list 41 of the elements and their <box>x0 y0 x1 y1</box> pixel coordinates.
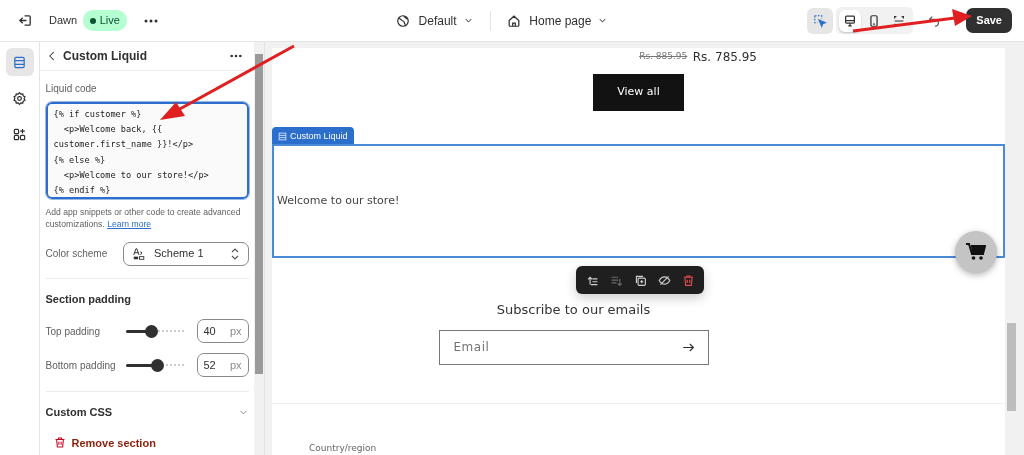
field-label: Liquid code <box>45 82 98 96</box>
cart-icon <box>966 243 986 261</box>
theme-name: Dawn <box>49 13 78 29</box>
field-label: Color scheme <box>45 247 109 261</box>
slider-label: Bottom padding <box>45 358 117 373</box>
save-button[interactable]: Save <box>966 8 1012 33</box>
slider-thumb[interactable] <box>144 324 158 338</box>
email-field[interactable]: Email <box>438 329 709 365</box>
scrollbar-thumb[interactable] <box>1007 323 1016 411</box>
cart-button[interactable] <box>955 231 997 273</box>
number-input[interactable]: 52 px <box>196 353 249 377</box>
theme-selector[interactable]: Default <box>389 9 480 32</box>
inspector-icon[interactable] <box>807 7 834 34</box>
welcome-text: Welcome to our store! <box>277 192 400 209</box>
old-price: Rs. 885.95 <box>639 50 688 64</box>
view-all-button[interactable]: View all <box>593 74 684 111</box>
status-badge: Live <box>82 10 127 31</box>
desktop-icon[interactable] <box>838 9 861 32</box>
trash-icon <box>54 436 66 450</box>
swatch-icon <box>132 246 146 261</box>
price: Rs. 785.95 <box>692 49 757 66</box>
section-heading[interactable]: Custom CSS <box>45 404 113 421</box>
subscribe-heading: Subscribe to our emails <box>496 301 651 319</box>
section-frame[interactable]: Welcome to our store! <box>272 144 1005 258</box>
field-label: Country/region <box>309 441 377 455</box>
home-icon <box>506 13 521 28</box>
learn-more-link[interactable]: Learn more <box>107 218 152 229</box>
slider-thumb[interactable] <box>151 358 165 372</box>
number-input[interactable]: 40 px <box>196 319 249 343</box>
code-editor[interactable]: {% if customer %} <p>Welcome back, {{ customer.first_name }}!</p> {% else %} <p>Welcome to our store!</p> {% endif %} <box>45 102 249 199</box>
sections-icon[interactable] <box>5 48 34 76</box>
section-label: Custom Liquid <box>272 126 354 146</box>
scheme-select[interactable]: Scheme 1 <box>123 241 249 266</box>
panel-title: Custom Liquid <box>63 48 147 65</box>
scrollbar-thumb[interactable] <box>255 54 263 374</box>
slider-label: Top padding <box>45 324 101 339</box>
select-arrows-icon <box>229 247 240 260</box>
page-selector[interactable]: Home page <box>500 9 615 32</box>
section-heading: Section padding <box>45 291 133 307</box>
help-text: Add app snippets or other code to create advanced customizations. Learn more <box>45 205 242 230</box>
section-icon <box>278 131 287 141</box>
